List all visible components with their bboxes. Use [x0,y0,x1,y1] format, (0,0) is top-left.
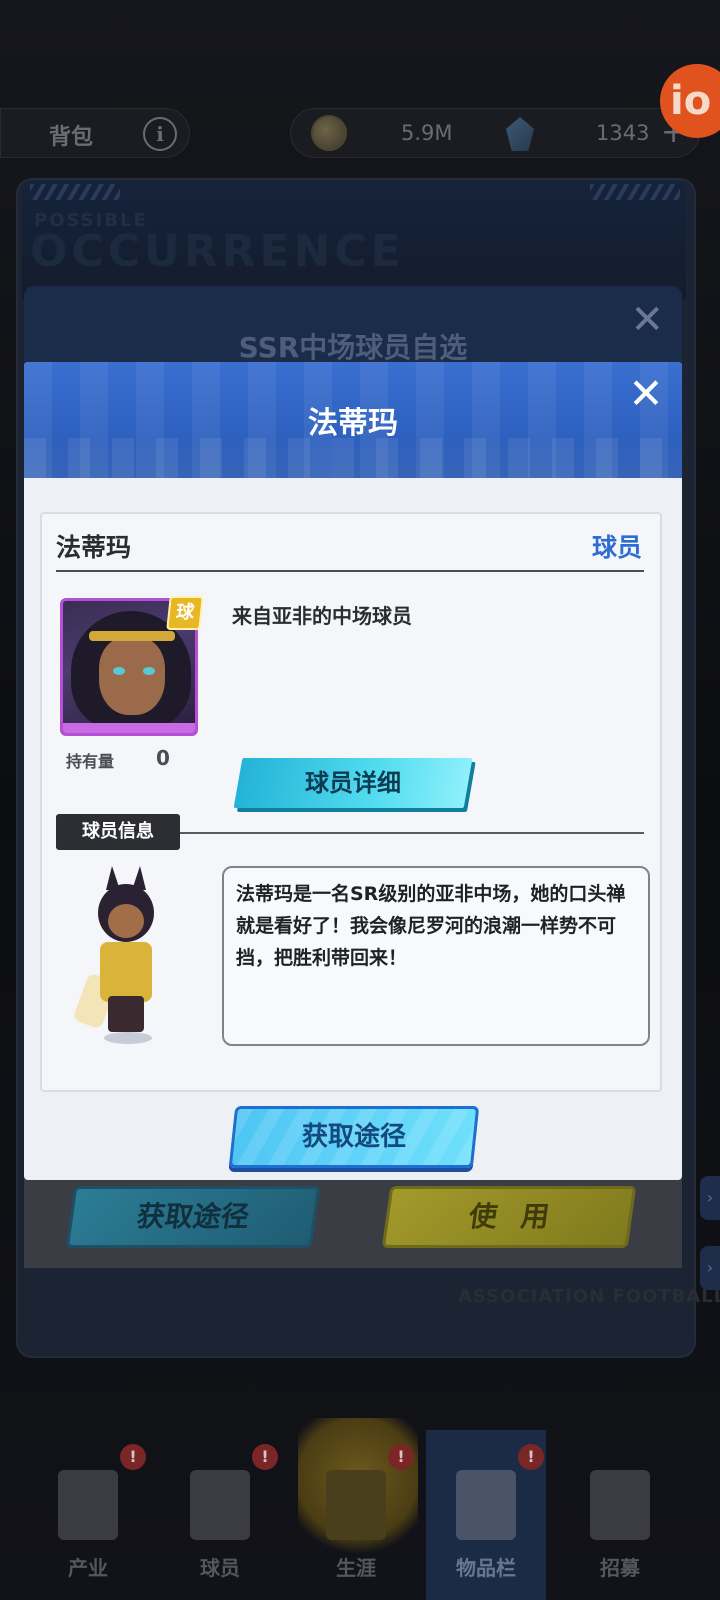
dialog-header: 法蒂玛 ✕ [24,362,682,478]
top-resource-bar: 背包 i 5.9M 1343 + [0,108,720,160]
nav-item-industry[interactable]: ! 产业 [28,1430,148,1600]
player-name: 法蒂玛 [56,533,132,562]
gem-value: 1343 [596,121,650,145]
decor-stripes-right [590,184,680,200]
use-button[interactable]: 使用 [381,1186,637,1248]
nav-label: 物品栏 [456,1556,516,1580]
info-icon[interactable]: i [143,117,177,151]
close-icon[interactable]: ✕ [624,372,668,416]
industry-building-icon [58,1470,118,1540]
player-detail-button[interactable]: 球员详细 [233,758,473,808]
chevron-right-icon[interactable]: › [700,1246,720,1290]
acquire-method-label: 获取途径 [301,1122,406,1152]
alert-icon: ! [252,1444,278,1470]
acquire-button-background[interactable]: 获取途径 [65,1186,321,1248]
selection-dialog-title: SSR中场球员自选 [238,331,468,364]
player-origin-text: 来自亚非的中场球员 [232,604,412,628]
chevron-right-icon[interactable]: › [700,1176,720,1220]
close-icon[interactable]: ✕ [630,300,664,340]
players-group-icon [190,1470,250,1540]
nav-label: 产业 [68,1556,108,1580]
item-type-label: 球员 [591,533,642,562]
player-chibi-figure [72,866,170,1046]
hold-count-label: 持有量 [66,752,115,771]
career-trophy-icon [326,1470,386,1540]
player-card: 法蒂玛 球员 球 持有量 0 来自亚非的中场球员 球员详细 球员信息 法蒂玛是一… [40,512,662,1092]
coin-value: 5.9M [401,121,453,145]
nav-item-career[interactable]: ! 生涯 [296,1430,416,1600]
alert-icon: ! [518,1444,544,1470]
nav-label: 招募 [600,1556,640,1580]
player-description: 法蒂玛是一名SR级别的亚非中场，她的口头禅就是看好了！我会像尼罗河的浪潮一样势不… [222,866,650,1046]
hold-count-value: 0 [156,746,170,770]
inventory-suitcase-icon [456,1470,516,1540]
player-detail-label: 球员详细 [305,769,401,797]
currency-pill: 5.9M 1343 + [290,108,700,158]
alert-icon: ! [120,1444,146,1470]
nav-label: 球员 [200,1556,240,1580]
bag-pill: 背包 i [0,108,190,158]
bottom-navigation: ! 产业 ! 球员 ! 生涯 ! 物品栏 招募 [0,1430,720,1600]
player-info-tag: 球员信息 [56,814,180,850]
association-football-text: ASSOCIATION FOOTBALL [458,1286,720,1307]
occurrence-big-text: OCCURRENCE [30,226,405,277]
acquire-method-button[interactable]: 获取途径 [228,1106,480,1168]
player-category-badge: 球 [166,596,204,630]
gem-icon [506,117,534,151]
divider [180,832,644,834]
nav-item-recruit[interactable]: 招募 [560,1430,680,1600]
nav-item-players[interactable]: ! 球员 [160,1430,280,1600]
nav-label: 生涯 [336,1556,376,1580]
bag-label: 背包 [49,125,94,150]
coin-icon [311,115,347,151]
alert-icon: ! [388,1444,414,1470]
divider [56,570,644,572]
recruit-stadium-icon [590,1470,650,1540]
nav-item-inventory[interactable]: ! 物品栏 [426,1430,546,1600]
player-info-dialog: 法蒂玛 ✕ 法蒂玛 球员 球 持有量 0 来自亚非的中场球员 球员详细 球员信息 [24,362,682,1180]
decor-stripes-left [30,184,120,200]
dialog-title: 法蒂玛 [308,406,398,441]
